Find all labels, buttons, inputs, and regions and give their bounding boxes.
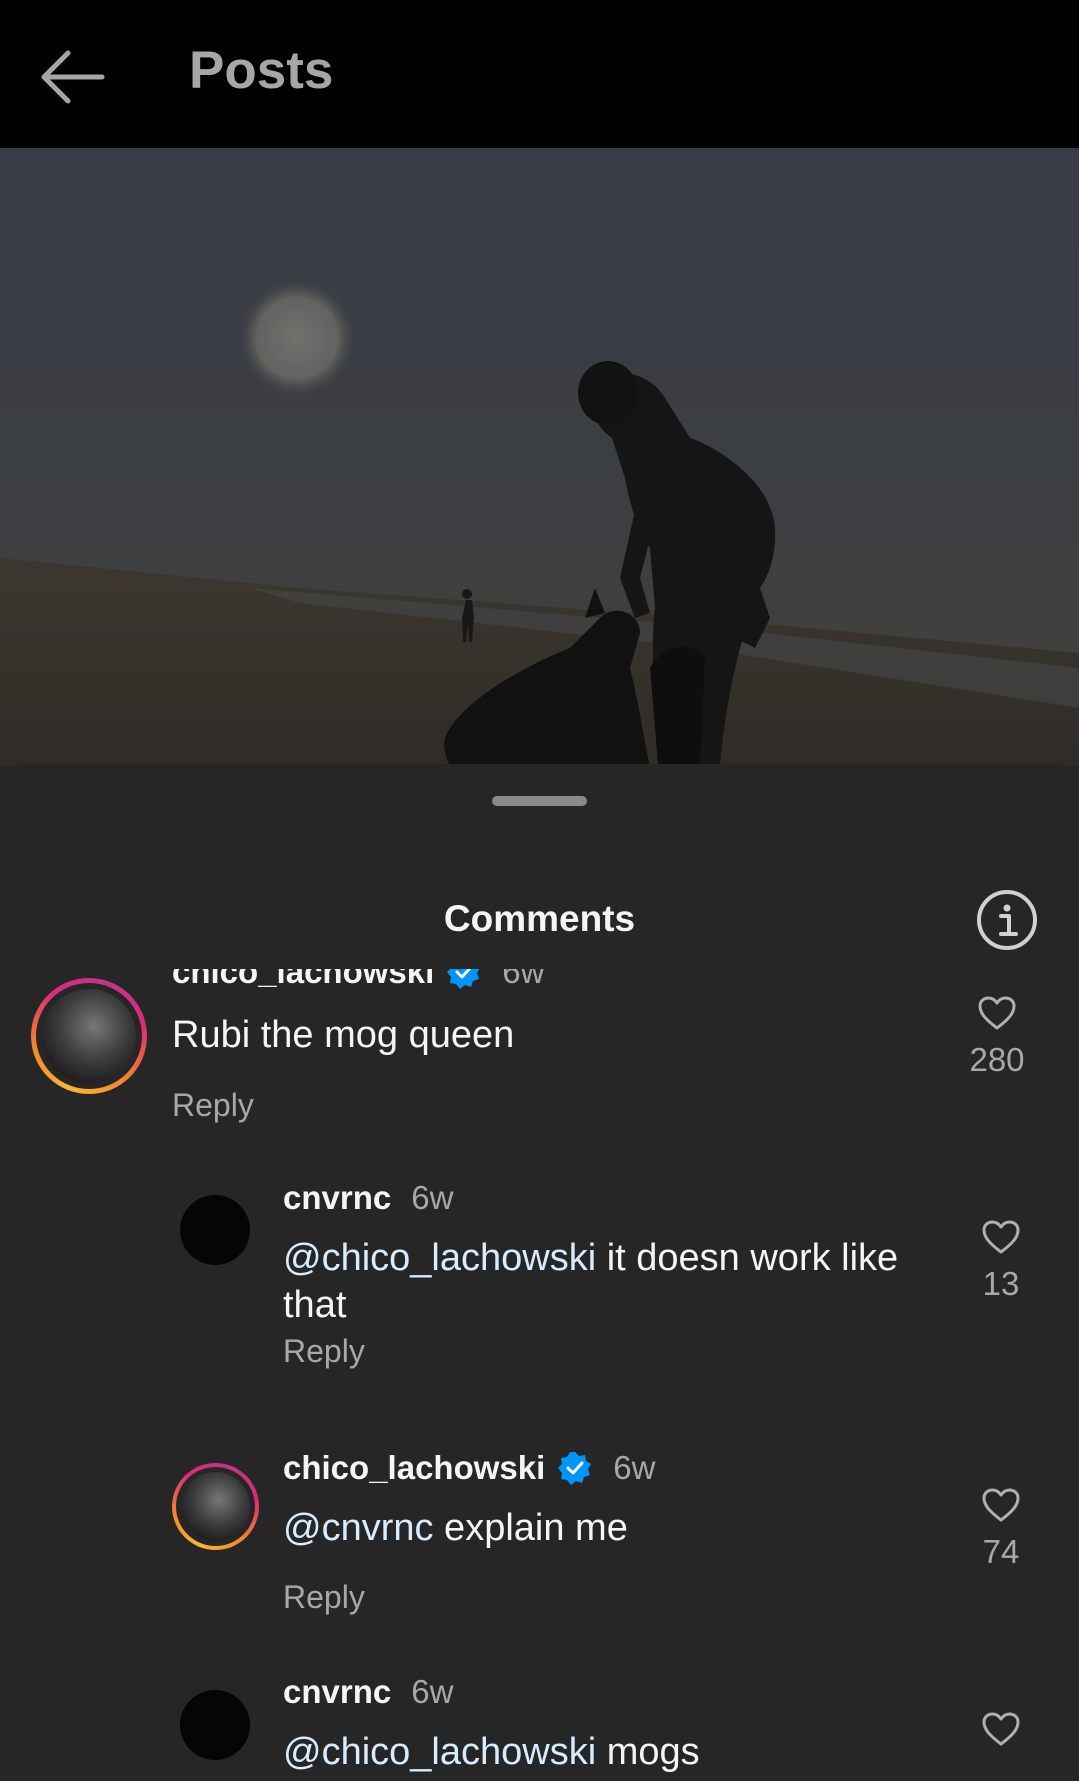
like-count: 74 [982, 1533, 1020, 1570]
avatar[interactable] [180, 1690, 250, 1760]
comment-username[interactable]: cnvrnc [283, 1179, 391, 1217]
comment-time: 6w [411, 1673, 454, 1710]
like-count: 13 [982, 1265, 1020, 1302]
comments-title: Comments [443, 898, 636, 939]
info-icon [977, 890, 1037, 950]
comment-body: mogs [596, 1731, 700, 1773]
heart-icon[interactable] [981, 1219, 1021, 1255]
comment-text: @cnvrnc explain me [283, 1505, 628, 1552]
back-button[interactable] [40, 48, 106, 106]
comment-time: 6w [613, 1449, 656, 1486]
comment-text: @chico_lachowski it doesn work like that [283, 1235, 943, 1329]
like-control [961, 1711, 1041, 1747]
top-bar: Posts [0, 0, 1079, 148]
comment-username[interactable]: chico_lachowski [172, 969, 434, 991]
like-control: 280 [957, 995, 1037, 1079]
heart-icon[interactable] [981, 1487, 1021, 1523]
comment-text: @chico_lachowski mogs [283, 1729, 700, 1776]
mention-link[interactable]: @chico_lachowski [283, 1237, 596, 1279]
drag-handle[interactable] [492, 796, 587, 806]
reply-button[interactable]: Reply [283, 1333, 365, 1370]
heart-icon[interactable] [977, 995, 1017, 1031]
arrow-left-icon [41, 50, 105, 104]
avatar[interactable] [181, 1472, 250, 1541]
avatar[interactable] [42, 989, 136, 1083]
heart-icon[interactable] [981, 1711, 1021, 1747]
comments-sheet: Comments chico_lachowski 6w Rubi the mog… [0, 764, 1079, 1781]
reply-button[interactable]: Reply [172, 1087, 254, 1124]
like-control: 74 [961, 1487, 1041, 1571]
comment-time: 6w [502, 969, 545, 990]
verified-badge-icon [558, 1452, 592, 1485]
verified-badge-icon [447, 969, 480, 989]
post-image[interactable] [0, 148, 1079, 766]
comment-username[interactable]: cnvrnc [283, 1673, 391, 1711]
info-button[interactable] [976, 889, 1038, 951]
page-title: Posts [189, 41, 334, 100]
comments-list: chico_lachowski 6w Rubi the mog queen Re… [0, 969, 1079, 1781]
comment-username[interactable]: chico_lachowski [283, 1449, 545, 1487]
mention-link[interactable]: @chico_lachowski [283, 1731, 596, 1773]
comment-body: Rubi the mog queen [172, 1014, 515, 1056]
mention-link[interactable]: @cnvrnc [283, 1507, 434, 1549]
like-control: 13 [961, 1219, 1041, 1303]
like-count: 280 [969, 1041, 1025, 1078]
comment-time: 6w [411, 1179, 454, 1216]
comment-text: Rubi the mog queen [172, 1012, 514, 1059]
avatar[interactable] [180, 1195, 250, 1265]
reply-button[interactable]: Reply [283, 1579, 365, 1616]
comment-body: explain me [433, 1507, 628, 1549]
